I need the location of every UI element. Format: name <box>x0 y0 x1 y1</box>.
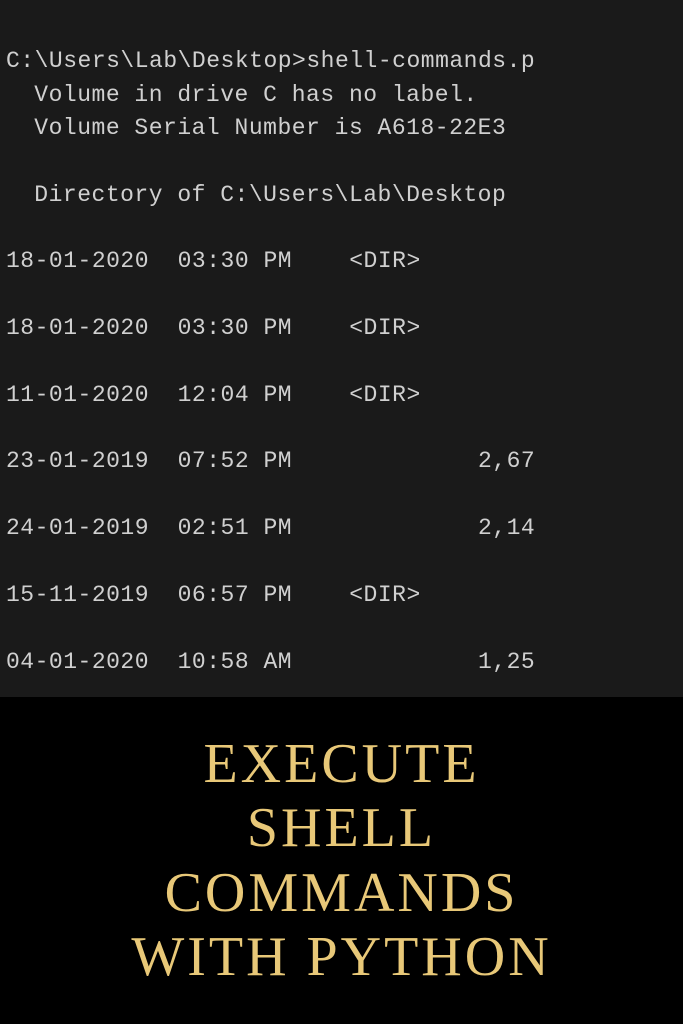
dir-listing-row: 15-11-2019 06:57 PM <DIR> <box>6 579 683 612</box>
dir-listing-row: 23-01-2019 07:52 PM 2,67 <box>6 445 683 478</box>
title-line-2: SHELL <box>131 796 551 860</box>
dir-listing-row: 18-01-2020 03:30 PM <DIR> <box>6 245 683 278</box>
title-line-1: EXECUTE <box>131 732 551 796</box>
title-banner: EXECUTE SHELL COMMANDS WITH PYTHON <box>0 697 683 1024</box>
title-line-3: COMMANDS <box>131 861 551 925</box>
directory-of-line: Directory of C:\Users\Lab\Desktop <box>6 182 506 208</box>
dir-listing-row: 18-01-2020 03:30 PM <DIR> <box>6 312 683 345</box>
title-text: EXECUTE SHELL COMMANDS WITH PYTHON <box>131 732 551 990</box>
command-prompt: C:\Users\Lab\Desktop>shell-commands.p <box>6 48 535 74</box>
volume-label-line: Volume in drive C has no label. <box>6 82 478 108</box>
terminal-output: C:\Users\Lab\Desktop>shell-commands.p Vo… <box>0 0 683 697</box>
dir-listing-row: 11-01-2020 12:04 PM <DIR> <box>6 379 683 412</box>
dir-listing-row: 24-01-2019 02:51 PM 2,14 <box>6 512 683 545</box>
volume-serial-line: Volume Serial Number is A618-22E3 <box>6 115 506 141</box>
title-line-4: WITH PYTHON <box>131 925 551 989</box>
dir-listing-row: 04-01-2020 10:58 AM 1,25 <box>6 646 683 679</box>
